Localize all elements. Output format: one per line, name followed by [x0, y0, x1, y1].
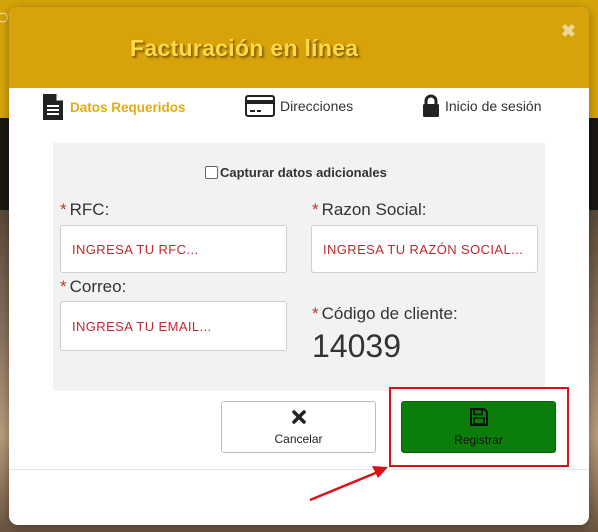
annotation-arrow-icon [309, 466, 388, 502]
